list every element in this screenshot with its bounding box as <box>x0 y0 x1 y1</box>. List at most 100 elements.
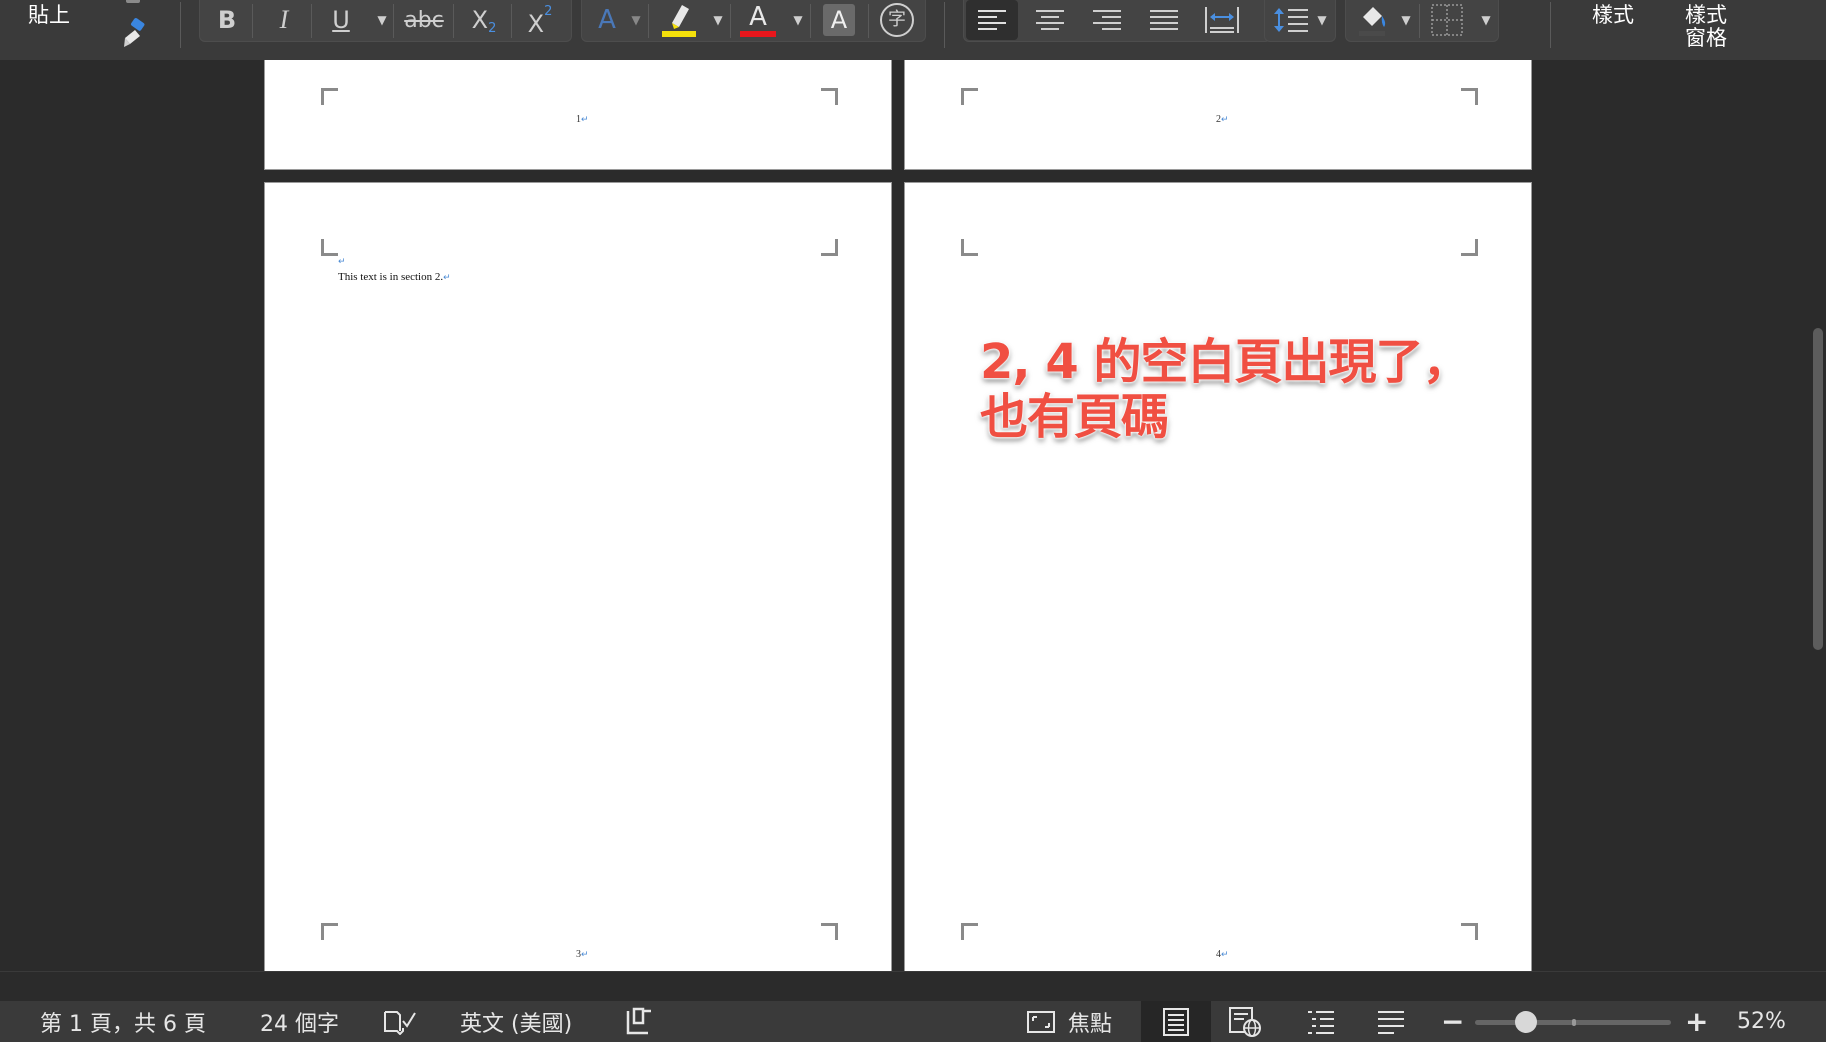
ribbon-separator <box>252 4 253 38</box>
language-status[interactable]: 英文 (美國) <box>460 1001 572 1042</box>
chevron-down-icon: ▼ <box>631 13 641 27</box>
line-spacing-dropdown[interactable]: ▼ <box>1312 0 1332 40</box>
underline-dropdown[interactable]: ▼ <box>372 0 392 40</box>
margin-corner-mark <box>961 88 978 105</box>
document-page-3[interactable]: ↵ This text is in section 2.↵ 3↵ <box>264 182 892 971</box>
line-spacing-icon <box>1274 8 1308 32</box>
ribbon-separator <box>311 4 312 38</box>
italic-button[interactable]: I <box>264 0 304 40</box>
margin-corner-mark <box>961 239 978 256</box>
print-layout-button[interactable] <box>1141 1001 1211 1042</box>
align-right-icon <box>1093 10 1121 30</box>
page-number: 4↵ <box>1216 949 1229 960</box>
font-color-dropdown[interactable]: ▼ <box>788 0 808 40</box>
align-left-icon <box>978 10 1006 30</box>
ribbon-separator <box>180 2 181 48</box>
subscript-button[interactable]: X2 <box>462 0 506 40</box>
styles-pane-label-line2: 窗格 <box>1685 26 1727 50</box>
shading-button[interactable] <box>1350 0 1394 40</box>
align-left-button[interactable] <box>966 0 1018 40</box>
outline-view-button[interactable] <box>1306 1001 1336 1042</box>
margin-corner-mark <box>821 923 838 940</box>
track-changes-icon <box>626 1007 651 1034</box>
draft-view-button[interactable] <box>1376 1001 1406 1042</box>
chevron-down-icon: ▼ <box>377 13 387 27</box>
paste-button[interactable]: 貼上 <box>28 4 70 27</box>
ribbon-separator <box>730 4 731 38</box>
web-layout-button[interactable] <box>1228 1001 1262 1042</box>
borders-button[interactable] <box>1425 0 1469 40</box>
document-page-1[interactable]: 1↵ <box>264 60 892 170</box>
distributed-icon <box>1205 7 1239 33</box>
document-page-2[interactable]: 2↵ <box>904 60 1532 170</box>
proofing-book-icon <box>384 1010 416 1035</box>
underline-button[interactable]: U <box>321 0 361 40</box>
margin-corner-mark <box>1461 923 1478 940</box>
margin-corner-mark <box>961 923 978 940</box>
annotation-line-2: 也有頁碼 <box>980 389 1169 445</box>
ribbon-toolbar: 貼上 B I U ▼ abc X2 X2 A ▼ ▼ A ▼ A 字 ▼ ▼ ▼… <box>0 0 1826 61</box>
align-center-button[interactable] <box>1025 0 1075 40</box>
chevron-down-icon: ▼ <box>1401 13 1411 27</box>
margin-corner-mark <box>1461 239 1478 256</box>
vertical-scrollbar[interactable] <box>1807 60 1826 971</box>
zoom-in-button[interactable]: + <box>1685 1001 1708 1042</box>
draft-icon <box>1378 1010 1404 1034</box>
zoom-slider[interactable] <box>1475 1011 1671 1033</box>
focus-mode-button[interactable]: 焦點 <box>1026 1001 1112 1042</box>
font-color-button[interactable]: A <box>737 0 779 40</box>
scrollbar-thumb[interactable] <box>1813 328 1823 650</box>
page-number: 1↵ <box>576 114 589 125</box>
enclose-characters-button[interactable]: 字 <box>876 0 918 40</box>
margin-corner-mark <box>821 239 838 256</box>
strikethrough-button[interactable]: abc <box>399 0 449 40</box>
styles-button[interactable]: 樣式 <box>1592 4 1634 27</box>
line-spacing-button[interactable] <box>1270 0 1312 40</box>
proofing-button[interactable] <box>383 1001 417 1042</box>
document-page-4[interactable]: 4↵ <box>904 182 1532 971</box>
page-number: 3↵ <box>576 949 589 960</box>
chevron-down-icon: ▼ <box>1317 13 1327 27</box>
text-effects-button[interactable]: A <box>590 0 624 40</box>
annotation-callout: 2, 4 的空白頁出現了， 也有頁碼 <box>980 334 1470 445</box>
superscript-button[interactable]: X2 <box>518 0 562 40</box>
annotation-line-1: 2, 4 的空白頁出現了， <box>980 334 1470 390</box>
styles-pane-button[interactable]: 樣式 窗格 <box>1685 4 1727 50</box>
ribbon-separator <box>1550 2 1551 48</box>
page-count-status[interactable]: 第 1 頁，共 6 頁 <box>40 1001 206 1042</box>
text-effects-dropdown[interactable]: ▼ <box>626 0 646 40</box>
paste-dropdown-indicator <box>126 0 140 3</box>
align-center-icon <box>1036 10 1064 30</box>
print-layout-icon <box>1163 1007 1189 1036</box>
margin-corner-mark <box>1461 88 1478 105</box>
word-count-status[interactable]: 24 個字 <box>260 1001 339 1042</box>
web-layout-icon <box>1229 1006 1261 1037</box>
ribbon-separator <box>1419 4 1420 38</box>
body-text[interactable]: This text is in section 2.↵ <box>338 271 451 283</box>
margin-corner-mark <box>821 88 838 105</box>
track-changes-button[interactable] <box>622 1001 654 1042</box>
margin-corner-mark <box>321 923 338 940</box>
zoom-level[interactable]: 52% <box>1737 1001 1786 1042</box>
justify-button[interactable] <box>1139 0 1189 40</box>
ribbon-separator <box>868 4 869 38</box>
styles-pane-label-line1: 樣式 <box>1685 3 1727 27</box>
ribbon-separator <box>648 4 649 38</box>
zoom-slider-center-tick <box>1572 1019 1576 1026</box>
highlight-button[interactable] <box>656 0 700 40</box>
margin-corner-mark <box>321 88 338 105</box>
zoom-slider-thumb[interactable] <box>1514 1011 1537 1033</box>
character-shading-button[interactable]: A <box>820 0 858 40</box>
distributed-button[interactable] <box>1197 0 1247 40</box>
align-right-button[interactable] <box>1082 0 1132 40</box>
ribbon-separator <box>810 4 811 38</box>
bold-button[interactable]: B <box>207 0 247 40</box>
zoom-out-button[interactable]: − <box>1441 1001 1464 1042</box>
document-canvas[interactable]: 1↵ 2↵ ↵ This text is in section 2.↵ 3↵ 4… <box>0 60 1807 971</box>
format-painter-button[interactable] <box>118 16 152 50</box>
ribbon-separator <box>393 4 394 38</box>
highlight-dropdown[interactable]: ▼ <box>708 0 728 40</box>
outline-icon <box>1308 1010 1334 1034</box>
shading-dropdown[interactable]: ▼ <box>1396 0 1416 40</box>
borders-dropdown[interactable]: ▼ <box>1476 0 1496 40</box>
